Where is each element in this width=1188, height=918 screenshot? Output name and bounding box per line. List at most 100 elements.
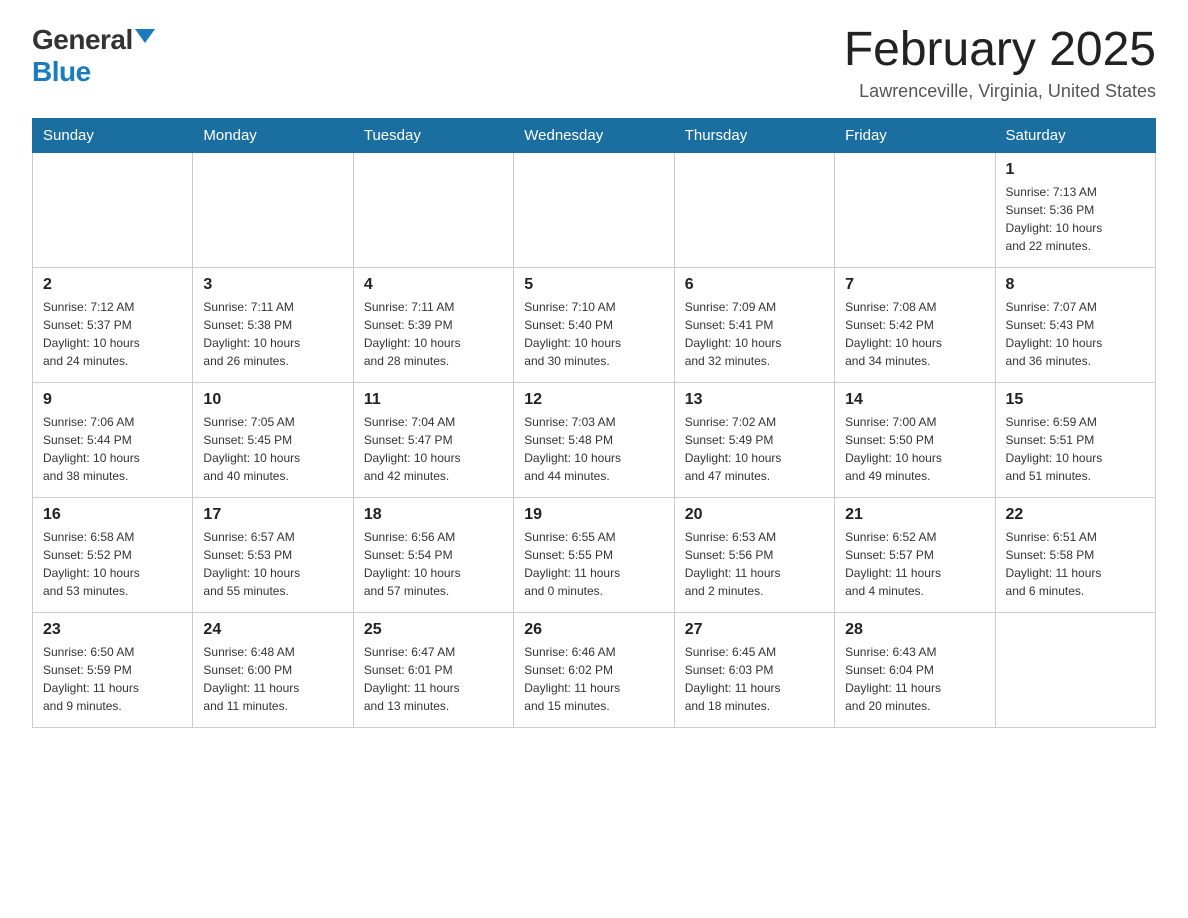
calendar-cell: 9Sunrise: 7:06 AMSunset: 5:44 PMDaylight… (33, 382, 193, 497)
day-info: Sunrise: 7:12 AMSunset: 5:37 PMDaylight:… (43, 298, 182, 370)
page-header: General Blue February 2025 Lawrenceville… (32, 24, 1156, 102)
day-info: Sunrise: 6:53 AMSunset: 5:56 PMDaylight:… (685, 528, 824, 600)
calendar-cell: 7 Sunrise: 7:08 AMSunset: 5:42 PMDaylight… (835, 267, 995, 382)
day-number: 25 (364, 621, 503, 639)
calendar-cell: 21 Sunrise: 6:52 AMSunset: 5:57 PMDayligh… (835, 497, 995, 612)
day-info: Sunrise: 6:50 AMSunset: 5:59 PMDaylight:… (43, 643, 182, 715)
day-number: 23 (43, 621, 182, 639)
calendar-cell: 12 Sunrise: 7:03 AMSunset: 5:48 PMDayligh… (514, 382, 674, 497)
day-number: 11 (364, 391, 503, 409)
calendar-cell: 27 Sunrise: 6:45 AMSunset: 6:03 PMDayligh… (674, 612, 834, 727)
logo-triangle-icon (135, 29, 155, 43)
calendar-cell (995, 612, 1155, 727)
calendar-cell (33, 152, 193, 267)
day-info: Sunrise: 6:47 AMSunset: 6:01 PMDaylight:… (364, 643, 503, 715)
calendar-cell: 10Sunrise: 7:05 AMSunset: 5:45 PMDayligh… (193, 382, 353, 497)
day-number: 1 (1006, 161, 1145, 179)
calendar-cell: 4Sunrise: 7:11 AMSunset: 5:39 PMDaylight… (353, 267, 513, 382)
calendar-cell: 6 Sunrise: 7:09 AMSunset: 5:41 PMDaylight… (674, 267, 834, 382)
title-area: February 2025 Lawrenceville, Virginia, U… (844, 24, 1156, 102)
calendar-cell: 8 Sunrise: 7:07 AMSunset: 5:43 PMDaylight… (995, 267, 1155, 382)
day-info: Sunrise: 7:08 AMSunset: 5:42 PMDaylight:… (845, 298, 984, 370)
day-number: 18 (364, 506, 503, 524)
weekday-header-row: SundayMondayTuesdayWednesdayThursdayFrid… (33, 118, 1156, 152)
weekday-header-monday: Monday (193, 118, 353, 152)
day-number: 22 (1006, 506, 1145, 524)
weekday-header-saturday: Saturday (995, 118, 1155, 152)
calendar-cell: 28Sunrise: 6:43 AMSunset: 6:04 PMDayligh… (835, 612, 995, 727)
calendar-cell: 18 Sunrise: 6:56 AMSunset: 5:54 PMDayligh… (353, 497, 513, 612)
week-row-0: 1 Sunrise: 7:13 AMSunset: 5:36 PMDaylight… (33, 152, 1156, 267)
calendar-cell: 3 Sunrise: 7:11 AMSunset: 5:38 PMDaylight… (193, 267, 353, 382)
day-number: 16 (43, 506, 182, 524)
day-number: 17 (203, 506, 342, 524)
calendar-cell: 5 Sunrise: 7:10 AMSunset: 5:40 PMDaylight… (514, 267, 674, 382)
day-info: Sunrise: 6:52 AMSunset: 5:57 PMDaylight:… (845, 528, 984, 600)
day-info: Sunrise: 6:45 AMSunset: 6:03 PMDaylight:… (685, 643, 824, 715)
day-number: 26 (524, 621, 663, 639)
calendar-cell: 25 Sunrise: 6:47 AMSunset: 6:01 PMDayligh… (353, 612, 513, 727)
day-number: 20 (685, 506, 824, 524)
day-info: Sunrise: 7:11 AMSunset: 5:38 PMDaylight:… (203, 298, 342, 370)
day-info: Sunrise: 7:03 AMSunset: 5:48 PMDaylight:… (524, 413, 663, 485)
day-number: 5 (524, 276, 663, 294)
day-number: 19 (524, 506, 663, 524)
week-row-2: 9Sunrise: 7:06 AMSunset: 5:44 PMDaylight… (33, 382, 1156, 497)
week-row-1: 2 Sunrise: 7:12 AMSunset: 5:37 PMDaylight… (33, 267, 1156, 382)
calendar-cell: 15 Sunrise: 6:59 AMSunset: 5:51 PMDayligh… (995, 382, 1155, 497)
calendar-table: SundayMondayTuesdayWednesdayThursdayFrid… (32, 118, 1156, 728)
calendar-cell: 23 Sunrise: 6:50 AMSunset: 5:59 PMDayligh… (33, 612, 193, 727)
calendar-cell (514, 152, 674, 267)
day-number: 15 (1006, 391, 1145, 409)
day-number: 21 (845, 506, 984, 524)
day-info: Sunrise: 6:59 AMSunset: 5:51 PMDaylight:… (1006, 413, 1145, 485)
calendar-cell: 1 Sunrise: 7:13 AMSunset: 5:36 PMDaylight… (995, 152, 1155, 267)
day-number: 12 (524, 391, 663, 409)
logo: General Blue (32, 24, 155, 88)
day-number: 28 (845, 621, 984, 639)
week-row-4: 23 Sunrise: 6:50 AMSunset: 5:59 PMDayligh… (33, 612, 1156, 727)
day-info: Sunrise: 7:00 AMSunset: 5:50 PMDaylight:… (845, 413, 984, 485)
day-info: Sunrise: 6:56 AMSunset: 5:54 PMDaylight:… (364, 528, 503, 600)
day-info: Sunrise: 6:58 AMSunset: 5:52 PMDaylight:… (43, 528, 182, 600)
week-row-3: 16 Sunrise: 6:58 AMSunset: 5:52 PMDayligh… (33, 497, 1156, 612)
weekday-header-sunday: Sunday (33, 118, 193, 152)
calendar-cell: 14Sunrise: 7:00 AMSunset: 5:50 PMDayligh… (835, 382, 995, 497)
weekday-header-wednesday: Wednesday (514, 118, 674, 152)
day-info: Sunrise: 7:05 AMSunset: 5:45 PMDaylight:… (203, 413, 342, 485)
day-number: 7 (845, 276, 984, 294)
calendar-cell (674, 152, 834, 267)
day-number: 4 (364, 276, 503, 294)
calendar-cell (353, 152, 513, 267)
day-number: 3 (203, 276, 342, 294)
day-info: Sunrise: 7:02 AMSunset: 5:49 PMDaylight:… (685, 413, 824, 485)
day-number: 6 (685, 276, 824, 294)
calendar-cell: 16 Sunrise: 6:58 AMSunset: 5:52 PMDayligh… (33, 497, 193, 612)
calendar-cell (835, 152, 995, 267)
calendar-header: SundayMondayTuesdayWednesdayThursdayFrid… (33, 118, 1156, 152)
day-info: Sunrise: 7:10 AMSunset: 5:40 PMDaylight:… (524, 298, 663, 370)
weekday-header-tuesday: Tuesday (353, 118, 513, 152)
day-info: Sunrise: 7:07 AMSunset: 5:43 PMDaylight:… (1006, 298, 1145, 370)
weekday-header-friday: Friday (835, 118, 995, 152)
location-text: Lawrenceville, Virginia, United States (844, 81, 1156, 102)
day-number: 13 (685, 391, 824, 409)
day-number: 27 (685, 621, 824, 639)
day-number: 2 (43, 276, 182, 294)
logo-general-text: General (32, 24, 133, 56)
day-number: 8 (1006, 276, 1145, 294)
calendar-cell: 26Sunrise: 6:46 AMSunset: 6:02 PMDayligh… (514, 612, 674, 727)
day-info: Sunrise: 7:13 AMSunset: 5:36 PMDaylight:… (1006, 183, 1145, 255)
day-number: 24 (203, 621, 342, 639)
calendar-cell: 11Sunrise: 7:04 AMSunset: 5:47 PMDayligh… (353, 382, 513, 497)
calendar-cell: 2 Sunrise: 7:12 AMSunset: 5:37 PMDaylight… (33, 267, 193, 382)
calendar-cell: 17Sunrise: 6:57 AMSunset: 5:53 PMDayligh… (193, 497, 353, 612)
weekday-header-thursday: Thursday (674, 118, 834, 152)
day-info: Sunrise: 6:48 AMSunset: 6:00 PMDaylight:… (203, 643, 342, 715)
day-info: Sunrise: 6:51 AMSunset: 5:58 PMDaylight:… (1006, 528, 1145, 600)
day-info: Sunrise: 6:55 AMSunset: 5:55 PMDaylight:… (524, 528, 663, 600)
calendar-cell: 20 Sunrise: 6:53 AMSunset: 5:56 PMDayligh… (674, 497, 834, 612)
day-info: Sunrise: 7:09 AMSunset: 5:41 PMDaylight:… (685, 298, 824, 370)
calendar-cell: 24 Sunrise: 6:48 AMSunset: 6:00 PMDayligh… (193, 612, 353, 727)
calendar-cell: 13 Sunrise: 7:02 AMSunset: 5:49 PMDayligh… (674, 382, 834, 497)
